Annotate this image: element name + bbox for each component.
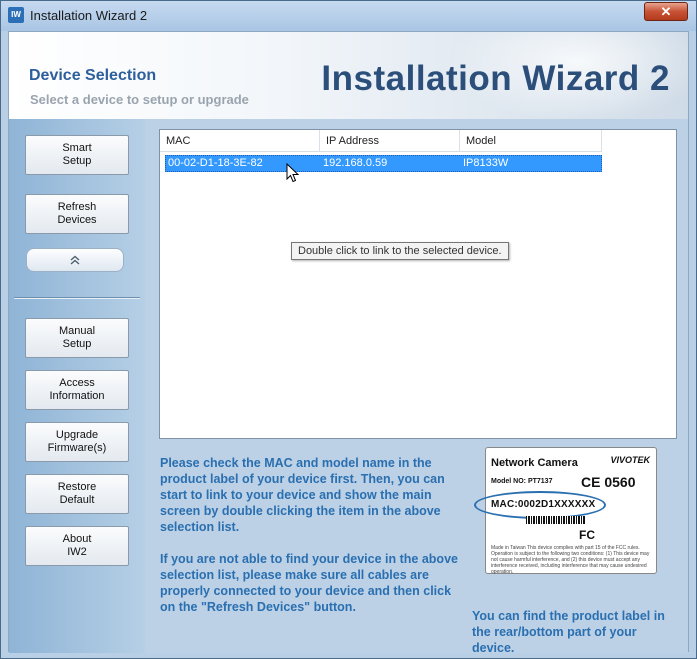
- column-header-mac[interactable]: MAC: [160, 130, 320, 152]
- page-title: Device Selection: [29, 67, 157, 84]
- upgrade-firmware-button[interactable]: Upgrade Firmware(s): [25, 422, 129, 462]
- column-header-model[interactable]: Model: [460, 130, 602, 152]
- window-title: Installation Wizard 2: [30, 8, 148, 23]
- device-list[interactable]: MAC IP Address Model 00-02-D1-18-3E-82 1…: [159, 129, 677, 439]
- label-title: Network Camera: [491, 457, 578, 469]
- cell-model: IP8133W: [463, 157, 509, 169]
- sidebar-divider: [14, 297, 140, 299]
- page-subtitle: Select a device to setup or upgrade: [30, 92, 249, 107]
- sidebar: Smart Setup Refresh Devices Manual Setup…: [9, 119, 145, 653]
- access-information-button[interactable]: Access Information: [25, 370, 129, 410]
- main-panel: MAC IP Address Model 00-02-D1-18-3E-82 1…: [145, 119, 688, 655]
- brand-logo-text: Installation Wizard 2: [321, 59, 670, 98]
- close-button[interactable]: ✕: [644, 2, 688, 21]
- label-fc-mark: FC: [579, 528, 595, 542]
- label-brand-logo: VIVOTEK: [610, 455, 650, 465]
- instructions-paragraph-2: If you are not able to find your device …: [160, 552, 458, 614]
- tooltip: Double click to link to the selected dev…: [291, 242, 509, 260]
- smart-setup-button[interactable]: Smart Setup: [25, 135, 129, 175]
- cell-ip: 192.168.0.59: [323, 157, 388, 169]
- product-label-image: Network Camera VIVOTEK Model NO: PT7137 …: [474, 447, 657, 575]
- installation-wizard-window: IW Installation Wizard 2 ✕ Device Select…: [0, 0, 697, 659]
- label-model: Model NO: PT7137: [491, 478, 553, 485]
- manual-setup-button[interactable]: Manual Setup: [25, 318, 129, 358]
- label-fine-print: Made in Taiwan This device complies with…: [491, 545, 650, 575]
- camera-app-icon: IW: [8, 7, 24, 23]
- list-header: MAC IP Address Model: [160, 130, 602, 152]
- instructions: Please check the MAC and model name in t…: [160, 455, 465, 631]
- label-caption: You can find the product label in the re…: [472, 609, 665, 655]
- main-background: MAC IP Address Model 00-02-D1-18-3E-82 1…: [145, 119, 688, 655]
- collapse-button[interactable]: [26, 248, 124, 272]
- title-bar[interactable]: IW Installation Wizard 2 ✕: [1, 1, 696, 31]
- client-area: Device Selection Select a device to setu…: [8, 31, 689, 655]
- label-ce-mark: CE 0560: [581, 474, 636, 490]
- device-row-selected[interactable]: 00-02-D1-18-3E-82 192.168.0.59 IP8133W: [165, 155, 602, 172]
- barcode-icon: [526, 516, 586, 524]
- column-header-ip-address[interactable]: IP Address: [320, 130, 460, 152]
- label-mac: MAC:0002D1XXXXXX: [491, 499, 596, 510]
- refresh-devices-button[interactable]: Refresh Devices: [25, 194, 129, 234]
- instructions-paragraph-1: Please check the MAC and model name in t…: [160, 456, 445, 534]
- restore-default-button[interactable]: Restore Default: [25, 474, 129, 514]
- header-banner: Device Selection Select a device to setu…: [9, 32, 688, 119]
- mouse-pointer-icon: [286, 163, 300, 183]
- about-iw2-button[interactable]: About IW2: [25, 526, 129, 566]
- chevron-up-icon: [70, 255, 80, 265]
